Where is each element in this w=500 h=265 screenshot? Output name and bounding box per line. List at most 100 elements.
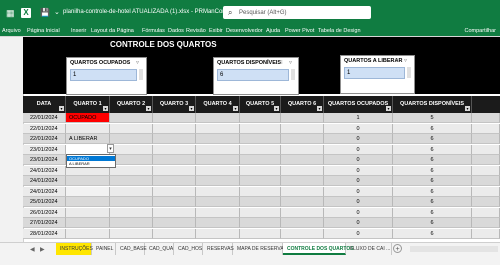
- cell-quarto-1[interactable]: [66, 228, 110, 239]
- cell-empty[interactable]: [110, 228, 153, 239]
- cell-empty[interactable]: [281, 218, 324, 228]
- multi-select-icon[interactable]: ≡: [395, 58, 399, 65]
- cell-date[interactable]: 26/01/2024: [23, 207, 66, 218]
- cell-empty[interactable]: [110, 218, 153, 228]
- cell-quartos-ocupados[interactable]: 0: [324, 144, 393, 155]
- filter-dropdown-icon[interactable]: ▾: [59, 106, 64, 111]
- slicer-item[interactable]: 6: [217, 69, 289, 81]
- cell-quartos-disponiveis[interactable]: 6: [393, 197, 472, 207]
- cell-empty[interactable]: [281, 165, 324, 176]
- cell-empty[interactable]: [240, 165, 281, 176]
- menu-desenvolvedor[interactable]: Desenvolvedor: [226, 27, 263, 36]
- tab-scroll-right-icon[interactable]: ▶: [40, 245, 45, 255]
- cell-empty[interactable]: [240, 134, 281, 144]
- menu-inserir[interactable]: Inserir: [71, 27, 86, 36]
- menu-exibir[interactable]: Exibir: [209, 27, 223, 36]
- quick-access-chevron-icon[interactable]: ⌄: [54, 8, 60, 17]
- cell-empty[interactable]: [472, 176, 500, 186]
- cell-dropdown-arrow-icon[interactable]: ▾: [107, 144, 114, 153]
- tab-cad-qua[interactable]: CAD_QUA: [145, 243, 174, 255]
- cell-empty[interactable]: [281, 186, 324, 197]
- menu-dados[interactable]: Dados: [168, 27, 184, 36]
- filter-dropdown-icon[interactable]: ▾: [146, 106, 151, 111]
- cell-quartos-disponiveis[interactable]: 6: [393, 228, 472, 239]
- cell-empty[interactable]: [110, 197, 153, 207]
- tab-scroll-left-icon[interactable]: ◀: [30, 245, 35, 255]
- cell-empty[interactable]: [281, 176, 324, 186]
- cell-empty[interactable]: [153, 228, 196, 239]
- cell-empty[interactable]: [153, 176, 196, 186]
- cell-quartos-disponiveis[interactable]: 6: [393, 144, 472, 155]
- share-button[interactable]: Compartilhar: [465, 27, 496, 36]
- cell-quartos-ocupados[interactable]: 0: [324, 228, 393, 239]
- cell-empty[interactable]: [196, 207, 240, 218]
- cell-quartos-disponiveis[interactable]: 6: [393, 176, 472, 186]
- menu-ajuda[interactable]: Ajuda: [266, 27, 280, 36]
- cell-quartos-disponiveis[interactable]: 6: [393, 218, 472, 228]
- cell-empty[interactable]: [153, 218, 196, 228]
- cell-empty[interactable]: [153, 186, 196, 197]
- cell-date[interactable]: 28/01/2024: [23, 228, 66, 239]
- cell-empty[interactable]: [472, 228, 500, 239]
- cell-empty[interactable]: [196, 165, 240, 176]
- filter-dropdown-icon[interactable]: ▾: [386, 106, 391, 111]
- cell-empty[interactable]: [153, 197, 196, 207]
- cell-empty[interactable]: [281, 207, 324, 218]
- cell-empty[interactable]: [196, 197, 240, 207]
- tab-painel[interactable]: PAINEL: [92, 243, 116, 255]
- filter-dropdown-icon[interactable]: ▾: [465, 106, 470, 111]
- cell-date[interactable]: 23/01/2024: [23, 155, 66, 165]
- multi-select-icon[interactable]: ≡: [126, 60, 130, 67]
- col-header-quartos-disponiveis[interactable]: QUARTOS DISPONÍVEIS: [393, 96, 471, 113]
- cell-empty[interactable]: [153, 165, 196, 176]
- menu-pagina-inicial[interactable]: Página Inicial: [27, 27, 60, 36]
- cell-empty[interactable]: [196, 155, 240, 165]
- cell-empty[interactable]: [240, 123, 281, 134]
- filter-dropdown-icon[interactable]: ▾: [103, 106, 108, 111]
- cell-quartos-disponiveis[interactable]: 6: [393, 123, 472, 134]
- cell-date[interactable]: 23/01/2024: [23, 144, 66, 155]
- add-sheet-icon[interactable]: +: [393, 244, 402, 253]
- cell-quartos-ocupados[interactable]: 0: [324, 207, 393, 218]
- cell-quarto-1[interactable]: A LIBERAR: [66, 134, 110, 144]
- multi-select-icon[interactable]: ≡: [279, 60, 283, 67]
- cell-quartos-disponiveis[interactable]: 6: [393, 186, 472, 197]
- cell-empty[interactable]: [472, 165, 500, 176]
- cell-date[interactable]: 25/01/2024: [23, 197, 66, 207]
- cell-empty[interactable]: [472, 134, 500, 144]
- cell-date[interactable]: 22/01/2024: [23, 113, 66, 123]
- cell-quartos-disponiveis[interactable]: 6: [393, 207, 472, 218]
- cell-empty[interactable]: [153, 207, 196, 218]
- menu-layout[interactable]: Layout da Página: [91, 27, 134, 36]
- cell-quartos-ocupados[interactable]: 0: [324, 197, 393, 207]
- slicer-item[interactable]: 1: [70, 69, 137, 81]
- cell-empty[interactable]: [153, 123, 196, 134]
- tab-fluxo-de-caixa[interactable]: FLUXO DE CAI ...: [346, 243, 392, 255]
- cell-quartos-ocupados[interactable]: 0: [324, 134, 393, 144]
- tab-cad-base[interactable]: CAD_BASE: [116, 243, 147, 255]
- cell-empty[interactable]: [153, 155, 196, 165]
- cell-empty[interactable]: [110, 165, 153, 176]
- cell-empty[interactable]: [281, 134, 324, 144]
- cell-empty[interactable]: [281, 197, 324, 207]
- cell-date[interactable]: 22/01/2024: [23, 123, 66, 134]
- cell-empty[interactable]: [240, 144, 281, 155]
- cell-empty[interactable]: [110, 123, 153, 134]
- cell-date[interactable]: 24/01/2024: [23, 165, 66, 176]
- cell-empty[interactable]: [472, 144, 500, 155]
- menu-arquivo[interactable]: Arquivo: [2, 27, 21, 36]
- cell-quarto-1[interactable]: [66, 186, 110, 197]
- cell-quartos-ocupados[interactable]: 0: [324, 176, 393, 186]
- menu-power-pivot[interactable]: Power Pivot: [285, 27, 314, 36]
- cell-empty[interactable]: [240, 228, 281, 239]
- cell-empty[interactable]: [110, 134, 153, 144]
- filter-dropdown-icon[interactable]: ▾: [274, 106, 279, 111]
- cell-empty[interactable]: [110, 113, 153, 123]
- menu-formulas[interactable]: Fórmulas: [142, 27, 165, 36]
- cell-empty[interactable]: [240, 176, 281, 186]
- menu-revisao[interactable]: Revisão: [186, 27, 206, 36]
- clear-filter-icon[interactable]: ▿: [404, 58, 407, 65]
- slicer-scrollbar[interactable]: [139, 69, 143, 80]
- cell-empty[interactable]: [240, 186, 281, 197]
- cell-quarto-1[interactable]: [66, 144, 110, 155]
